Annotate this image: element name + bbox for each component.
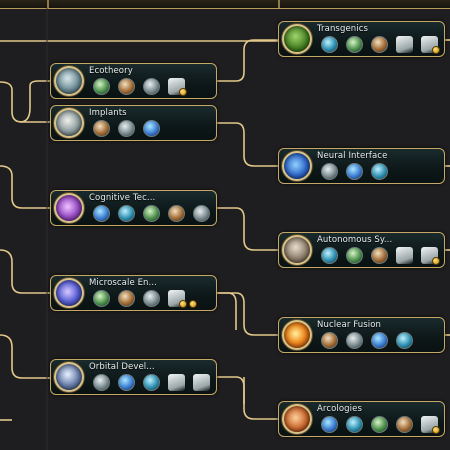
link-left-cognitive <box>0 165 50 209</box>
desert-city-icon <box>282 404 312 434</box>
bio-creature-icon[interactable] <box>346 36 363 53</box>
circuit-icon[interactable] <box>93 205 110 222</box>
affinity-badge-icon <box>179 300 187 308</box>
affinity-badge-icon <box>179 88 187 96</box>
affinity-badge-icon <box>432 257 440 265</box>
link-orbital-arcologies <box>217 376 278 420</box>
tech-card-arcologies[interactable]: Arcologies <box>278 401 445 437</box>
server-icon[interactable] <box>371 163 388 180</box>
green-organism-icon[interactable] <box>93 120 110 137</box>
tech-card-microscale-engineering[interactable]: Microscale En... <box>50 275 217 311</box>
rover-icon <box>282 235 312 265</box>
tech-name: Cognitive Tec... <box>89 193 156 203</box>
nanobot-icon[interactable] <box>118 290 135 307</box>
fusion-core-icon[interactable] <box>346 332 363 349</box>
terraform-plant-icon[interactable] <box>321 36 338 53</box>
orbital-ship-icon <box>54 362 84 392</box>
neuron-icon[interactable] <box>346 163 363 180</box>
brain-web-icon <box>54 193 84 223</box>
affinity-badge-icon <box>432 46 440 54</box>
tower-icon[interactable] <box>143 205 160 222</box>
link-implants-neural <box>217 122 278 167</box>
navigation-icon[interactable] <box>346 416 363 433</box>
walker-icon[interactable] <box>93 290 110 307</box>
tech-name: Orbital Devel... <box>89 362 155 372</box>
satellite-dish-icon[interactable] <box>321 163 338 180</box>
neural-net-icon <box>282 151 312 181</box>
bunker-icon[interactable] <box>371 332 388 349</box>
link-left-implants <box>0 81 50 123</box>
shield-orb-icon[interactable] <box>396 332 413 349</box>
tech-card-neural-interface[interactable]: Neural Interface <box>278 148 445 184</box>
crystal-icon[interactable] <box>193 205 210 222</box>
drop-arrow-icon[interactable] <box>396 247 413 264</box>
data-core-icon[interactable] <box>168 205 185 222</box>
forest-icon[interactable] <box>93 78 110 95</box>
tech-name: Ecotheory <box>89 66 133 76</box>
dark-structure-icon[interactable] <box>143 290 160 307</box>
link-microscale-fusion <box>217 292 278 336</box>
link-ecotheory-transgenics <box>217 39 278 82</box>
link-left-ecotheory <box>19 80 50 123</box>
dna-plant-icon <box>282 24 312 54</box>
drone-cluster-icon[interactable] <box>193 374 210 391</box>
rock-crater-icon[interactable] <box>118 78 135 95</box>
tech-name: Autonomous Sy... <box>317 235 393 245</box>
tech-name: Nuclear Fusion <box>317 320 382 330</box>
link-microscale-branch <box>217 292 237 330</box>
hologram-icon[interactable] <box>143 120 160 137</box>
waypoint-icon[interactable] <box>396 416 413 433</box>
tech-card-nuclear-fusion[interactable]: Nuclear Fusion <box>278 317 445 353</box>
link-left-orbital <box>0 334 50 379</box>
tech-name: Implants <box>89 108 127 118</box>
tech-card-autonomous-systems[interactable]: Autonomous Sy... <box>278 232 445 268</box>
affinity-badge-icon <box>432 426 440 434</box>
hover-vehicle-icon[interactable] <box>371 247 388 264</box>
tech-name: Transgenics <box>317 24 369 34</box>
tech-card-implants[interactable]: Implants <box>50 105 217 141</box>
solar-array-icon[interactable] <box>93 374 110 391</box>
link-cognitive-autonomous <box>217 207 278 251</box>
fusion-fire-icon <box>282 320 312 350</box>
laser-web-icon[interactable] <box>143 374 160 391</box>
launch-site-icon[interactable] <box>118 374 135 391</box>
tech-tree: Transgenics Ecotheory Implants Neural Inter… <box>0 0 450 450</box>
tech-card-ecotheory[interactable]: Ecotheory <box>50 63 217 99</box>
tech-name: Microscale En... <box>89 278 157 288</box>
herb-icon[interactable] <box>118 120 135 137</box>
mech-unit-icon[interactable] <box>118 205 135 222</box>
biosphere-icon[interactable] <box>143 78 160 95</box>
tech-card-cognitive-tech[interactable]: Cognitive Tec... <box>50 190 217 226</box>
tank-icon[interactable] <box>321 247 338 264</box>
reactor-icon[interactable] <box>346 247 363 264</box>
rover-unit-icon[interactable] <box>321 416 338 433</box>
link-left-microscale <box>0 249 50 294</box>
skeleton-icon[interactable] <box>396 36 413 53</box>
tech-card-transgenics[interactable]: Transgenics <box>278 21 445 57</box>
tech-name: Arcologies <box>317 404 362 414</box>
alien-fruit-icon[interactable] <box>371 36 388 53</box>
tech-card-orbital-development[interactable]: Orbital Devel... <box>50 359 217 395</box>
particle-beam-icon <box>54 278 84 308</box>
tech-name: Neural Interface <box>317 151 388 161</box>
satellite-icon[interactable] <box>168 374 185 391</box>
ecology-dome-icon <box>54 66 84 96</box>
mountain-icon[interactable] <box>371 416 388 433</box>
medical-drone-icon <box>54 108 84 138</box>
power-plant-icon[interactable] <box>321 332 338 349</box>
affinity-badge-icon <box>189 300 197 308</box>
